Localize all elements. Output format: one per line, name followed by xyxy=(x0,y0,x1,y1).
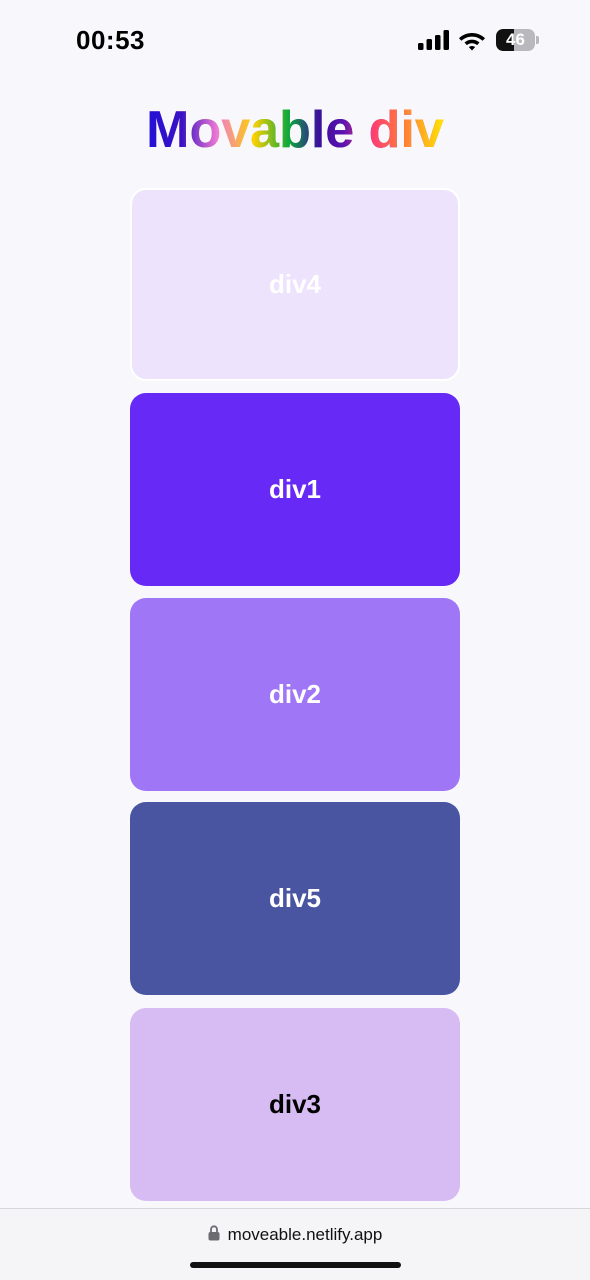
status-time: 00:53 xyxy=(76,25,145,55)
movable-div-label: div5 xyxy=(268,883,322,913)
lock-icon xyxy=(208,1225,220,1241)
status-icons: 46 xyxy=(418,28,548,52)
home-indicator[interactable] xyxy=(190,1262,401,1268)
movable-div-div2[interactable]: div2 xyxy=(130,598,460,791)
movable-div-div3[interactable]: div3 xyxy=(130,1008,460,1201)
page-title: Movable div xyxy=(0,100,590,160)
cellular-signal-icon xyxy=(418,30,449,50)
movable-div-label: div3 xyxy=(268,1089,322,1119)
movable-div-label: div1 xyxy=(268,474,322,504)
url-display[interactable]: moveable.netlify.app xyxy=(0,1225,590,1249)
movable-div-label: div2 xyxy=(268,679,322,709)
battery-tip xyxy=(536,36,539,44)
status-bar: 00:53 46 xyxy=(0,0,590,80)
movable-div-div1[interactable]: div1 xyxy=(130,393,460,586)
wifi-icon xyxy=(459,33,485,51)
battery-level: 46 xyxy=(506,30,525,49)
movable-div-div5[interactable]: div5 xyxy=(130,802,460,995)
url-text: moveable.netlify.app xyxy=(227,1225,383,1244)
movable-div-div4[interactable]: div4 xyxy=(130,188,460,381)
page-title-text: Movable div xyxy=(146,101,444,159)
browser-address-bar[interactable]: moveable.netlify.app xyxy=(0,1208,590,1280)
movable-div-label: div4 xyxy=(268,269,322,299)
battery-icon: 46 xyxy=(496,28,540,52)
